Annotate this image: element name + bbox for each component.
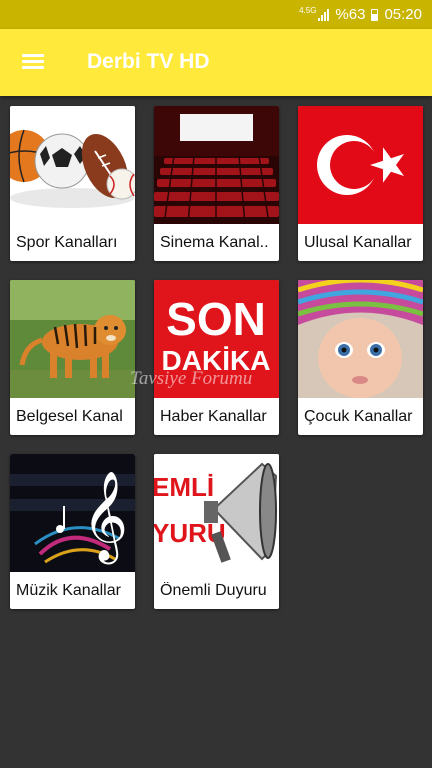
category-card-cocuk[interactable]: Çocuk Kanallar [298, 280, 423, 435]
category-label: Müzik Kanallar [16, 582, 121, 599]
menu-icon[interactable] [22, 54, 46, 72]
category-label: Haber Kanallar [160, 408, 267, 425]
music-note-image: 𝄞 [10, 454, 135, 572]
sports-balls-image [10, 106, 135, 224]
app-bar: Derbi TV HD [0, 29, 432, 96]
baby-image [298, 280, 423, 398]
category-card-sinema[interactable]: Sinema Kanal.. [154, 106, 279, 261]
turkish-flag-image [298, 106, 423, 224]
category-label: Sinema Kanal.. [160, 234, 269, 251]
category-label: Önemli Duyuru [160, 582, 267, 599]
clock: 05:20 [384, 6, 422, 23]
battery-percent: %63 [335, 6, 366, 23]
category-card-muzik[interactable]: 𝄞 Müzik Kanallar [10, 454, 135, 609]
app-title: Derbi TV HD [87, 50, 210, 73]
svg-text:𝄞: 𝄞 [82, 471, 128, 565]
tiger-image [10, 280, 135, 398]
network-type: 4.5G [299, 6, 317, 15]
category-card-belgesel[interactable]: Belgesel Kanal [10, 280, 135, 435]
category-label: Çocuk Kanallar [304, 408, 413, 425]
battery-icon [371, 8, 379, 21]
category-label: Belgesel Kanal [16, 408, 123, 425]
son-text: SON [166, 293, 266, 345]
status-bar: 4.5G %63 05:20 [0, 0, 432, 29]
breaking-news-image: SON DAKİKA [154, 280, 279, 398]
megaphone-image: EMLİ YURU [154, 454, 279, 572]
category-card-ulusal[interactable]: Ulusal Kanallar [298, 106, 423, 261]
category-label: Spor Kanalları [16, 234, 118, 251]
category-card-haber[interactable]: SON DAKİKA Haber Kanallar [154, 280, 279, 435]
category-card-duyuru[interactable]: EMLİ YURU Önemli Duyuru [154, 454, 279, 609]
emli-text: EMLİ [154, 472, 214, 502]
category-card-spor[interactable]: Spor Kanalları [10, 106, 135, 261]
cinema-hall-image [154, 106, 279, 224]
signal-icon [318, 8, 330, 21]
dakika-text: DAKİKA [162, 345, 271, 376]
category-label: Ulusal Kanallar [304, 234, 412, 251]
